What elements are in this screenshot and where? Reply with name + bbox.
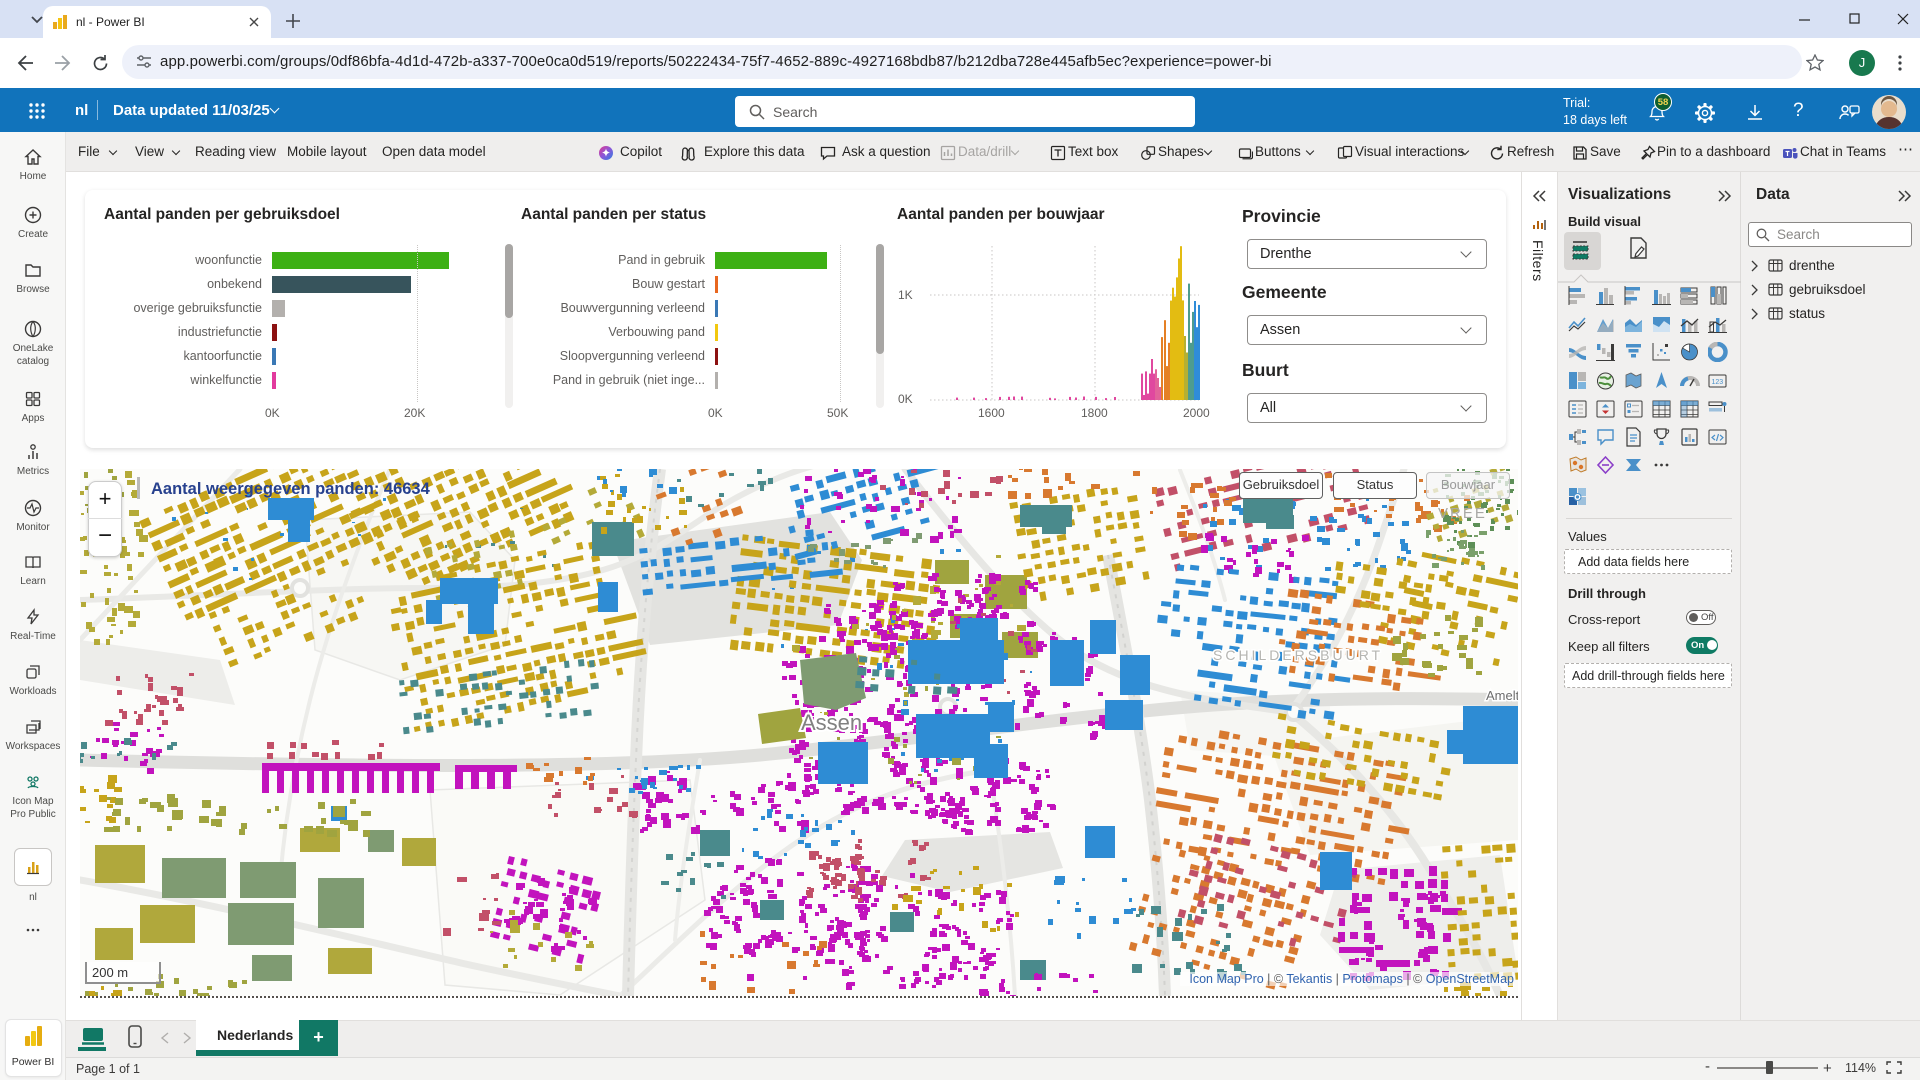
svg-text:Amelt: Amelt (1486, 688, 1518, 703)
svg-text:Assen: Assen (801, 710, 862, 735)
svg-text:123: 123 (1712, 379, 1724, 386)
svg-text:SCHILDERSBUURT: SCHILDERSBUURT (1213, 647, 1383, 663)
svg-text:VREE: VREE (1438, 505, 1487, 522)
